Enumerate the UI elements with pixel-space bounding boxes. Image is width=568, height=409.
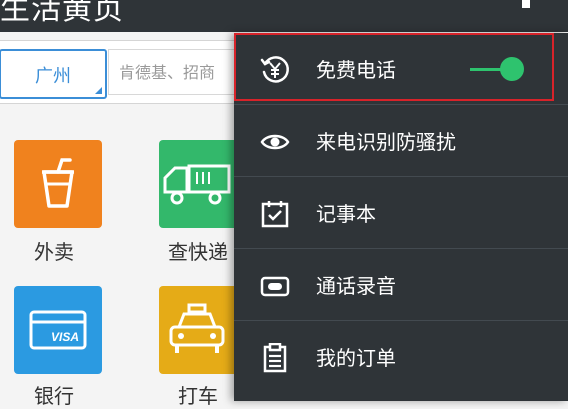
menu-item-call-recording[interactable]: 通话录音 <box>234 249 568 321</box>
tile-label-taxi: 打车 <box>178 384 218 408</box>
eye-icon <box>260 134 290 150</box>
city-selector[interactable]: 广州 <box>0 49 107 99</box>
city-label: 广州 <box>35 66 71 87</box>
app-header: 生活黄页 <box>0 0 568 32</box>
record-icon <box>260 276 290 297</box>
tile-takeout[interactable] <box>14 140 102 228</box>
more-icon[interactable] <box>522 0 530 8</box>
menu-item-caller-id[interactable]: 来电识别防骚扰 <box>234 105 568 177</box>
taxi-icon <box>169 303 225 353</box>
overflow-menu: 免费电话 来电识别防骚扰 记事本 通话录音 我的订单 <box>234 33 568 401</box>
cup-icon <box>42 158 74 208</box>
clipboard-icon <box>263 343 287 373</box>
calendar-check-icon <box>261 201 289 228</box>
menu-item-notepad[interactable]: 记事本 <box>234 177 568 249</box>
tile-label-express: 查快递 <box>168 240 228 264</box>
menu-item-label: 我的订单 <box>316 346 396 370</box>
tile-bank[interactable]: VISA <box>14 286 102 374</box>
menu-item-label: 来电识别防骚扰 <box>316 130 456 154</box>
menu-item-my-orders[interactable]: 我的订单 <box>234 321 568 393</box>
menu-item-free-call[interactable]: 免费电话 <box>234 33 568 105</box>
tile-taxi[interactable] <box>159 286 235 374</box>
tile-express[interactable] <box>159 140 235 228</box>
highlight-box <box>234 33 554 101</box>
card-icon: VISA <box>29 310 87 350</box>
caret-down-icon <box>95 87 102 94</box>
tile-label-bank: 银行 <box>34 384 74 408</box>
menu-item-label: 通话录音 <box>316 274 396 298</box>
svg-text:VISA: VISA <box>51 330 79 344</box>
menu-item-label: 记事本 <box>316 202 376 226</box>
truck-icon <box>163 164 231 205</box>
page-title: 生活黄页 <box>0 0 124 27</box>
tile-label-takeout: 外卖 <box>34 240 74 264</box>
